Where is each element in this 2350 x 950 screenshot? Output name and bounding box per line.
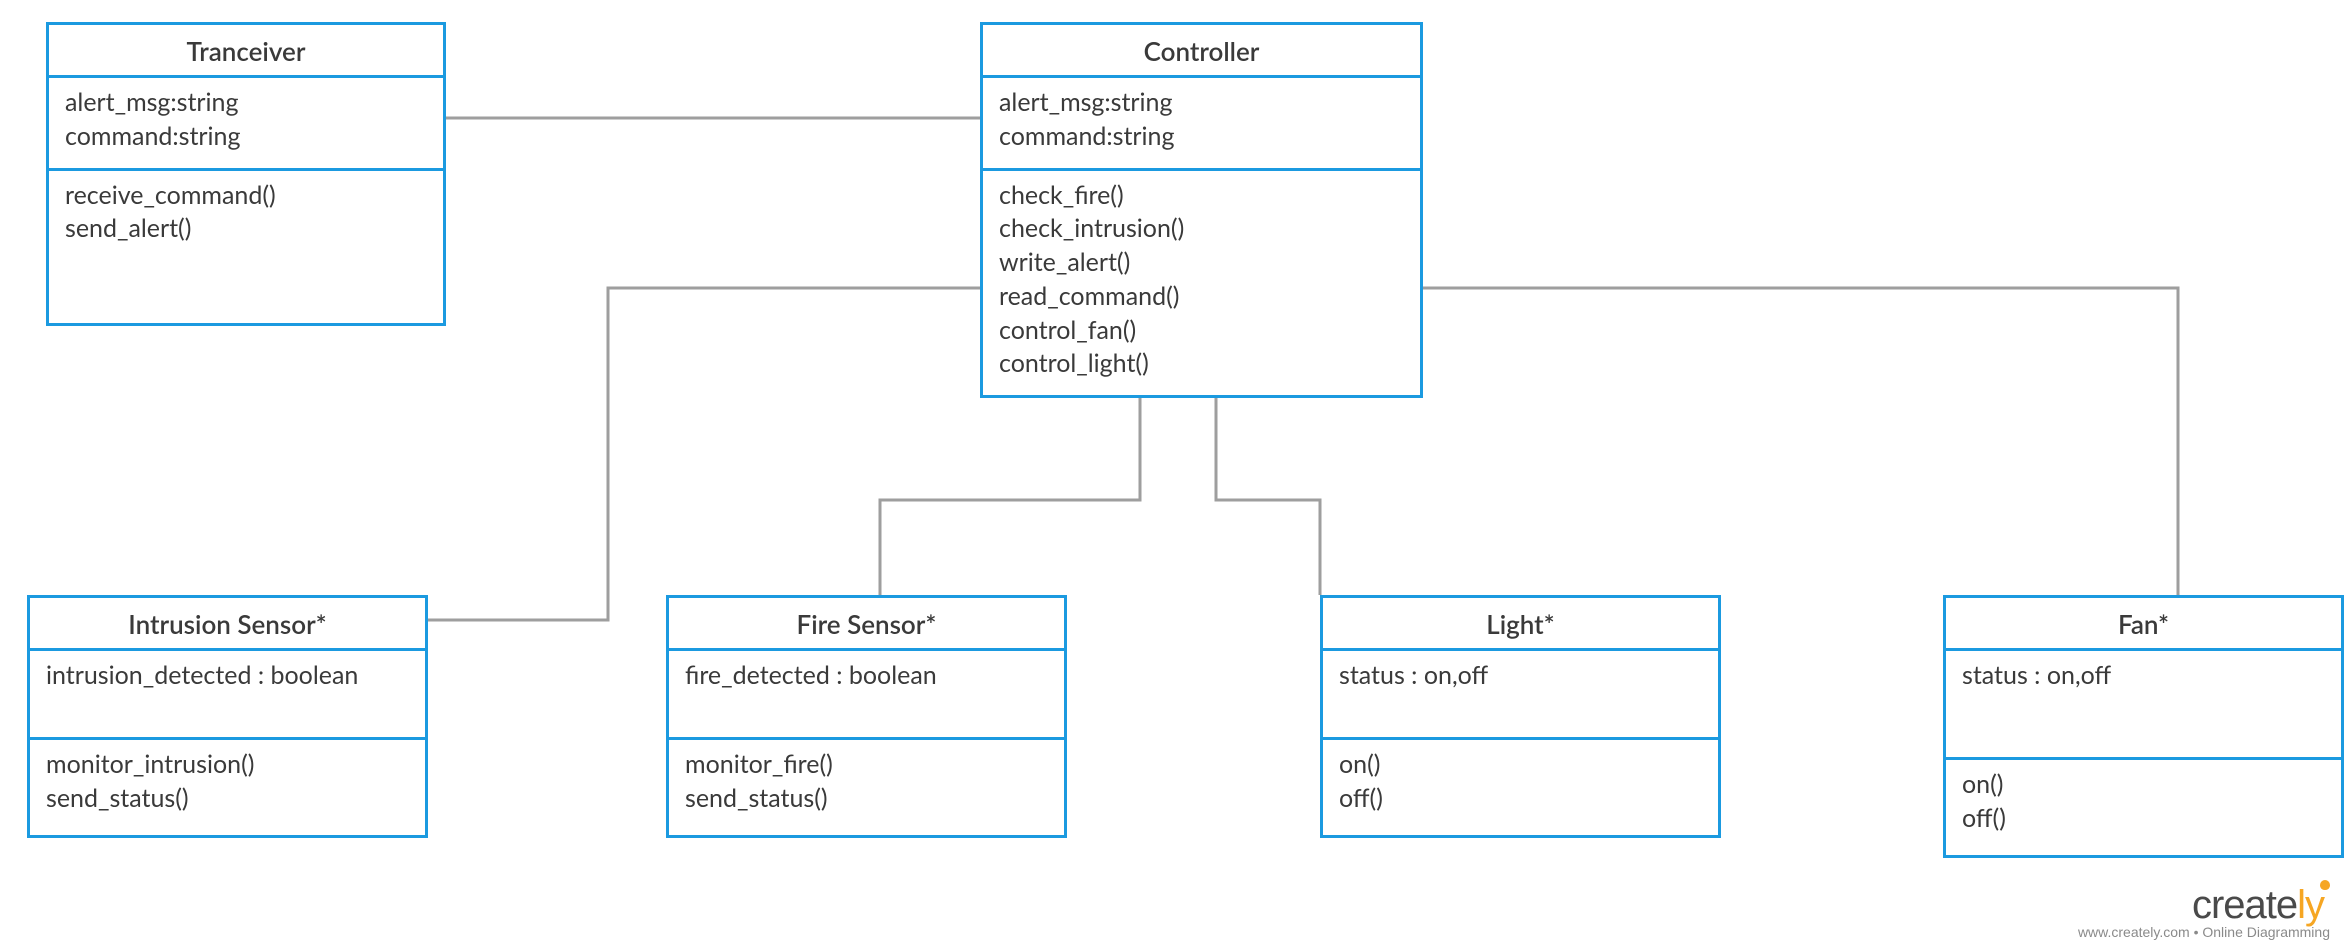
class-title: Fan* xyxy=(1946,598,2341,651)
attr-row: command:string xyxy=(999,120,1404,154)
logo-text-left: create xyxy=(2192,883,2297,927)
class-operations: monitor_fire() send_status() xyxy=(669,740,1064,836)
attr-row: status : on,off xyxy=(1962,659,2325,693)
attr-row: intrusion_detected : boolean xyxy=(46,659,409,693)
class-operations: on() off() xyxy=(1946,760,2341,856)
class-attributes: status : on,off xyxy=(1323,651,1718,740)
op-row: control_light() xyxy=(999,347,1404,381)
op-row: off() xyxy=(1962,802,2325,836)
class-operations: receive_command() send_alert() xyxy=(49,171,443,324)
op-row: check_fire() xyxy=(999,179,1404,213)
class-attributes: fire_detected : boolean xyxy=(669,651,1064,740)
attr-row: alert_msg:string xyxy=(999,86,1404,120)
class-title: Fire Sensor* xyxy=(669,598,1064,651)
class-attributes: alert_msg:string command:string xyxy=(983,78,1420,171)
attr-row: command:string xyxy=(65,120,427,154)
op-row: monitor_fire() xyxy=(685,748,1048,782)
bulb-icon xyxy=(2320,880,2330,890)
op-row: on() xyxy=(1962,768,2325,802)
creately-subtitle: www.creately.com • Online Diagramming xyxy=(2078,924,2330,940)
op-row: check_intrusion() xyxy=(999,212,1404,246)
class-fan: Fan* status : on,off on() off() xyxy=(1943,595,2344,858)
logo-text-right: ly xyxy=(2297,883,2324,927)
class-tranceiver: Tranceiver alert_msg:string command:stri… xyxy=(46,22,446,326)
op-row: read_command() xyxy=(999,280,1404,314)
op-row: on() xyxy=(1339,748,1702,782)
class-operations: check_fire() check_intrusion() write_ale… xyxy=(983,171,1420,396)
op-row: control_fan() xyxy=(999,314,1404,348)
op-row: write_alert() xyxy=(999,246,1404,280)
op-row: off() xyxy=(1339,782,1702,816)
class-title: Controller xyxy=(983,25,1420,78)
attr-row: status : on,off xyxy=(1339,659,1702,693)
attr-row: alert_msg:string xyxy=(65,86,427,120)
class-controller: Controller alert_msg:string command:stri… xyxy=(980,22,1423,398)
class-attributes: status : on,off xyxy=(1946,651,2341,760)
class-attributes: alert_msg:string command:string xyxy=(49,78,443,171)
creately-branding: creately www.creately.com • Online Diagr… xyxy=(2078,883,2330,940)
class-operations: on() off() xyxy=(1323,740,1718,836)
class-title: Light* xyxy=(1323,598,1718,651)
class-light: Light* status : on,off on() off() xyxy=(1320,595,1721,838)
class-operations: monitor_intrusion() send_status() xyxy=(30,740,425,836)
op-row: monitor_intrusion() xyxy=(46,748,409,782)
class-attributes: intrusion_detected : boolean xyxy=(30,651,425,740)
creately-logo: creately xyxy=(2078,883,2330,928)
class-fire-sensor: Fire Sensor* fire_detected : boolean mon… xyxy=(666,595,1067,838)
attr-row: fire_detected : boolean xyxy=(685,659,1048,693)
class-intrusion-sensor: Intrusion Sensor* intrusion_detected : b… xyxy=(27,595,428,838)
class-title: Intrusion Sensor* xyxy=(30,598,425,651)
op-row: send_alert() xyxy=(65,212,427,246)
op-row: send_status() xyxy=(685,782,1048,816)
op-row: receive_command() xyxy=(65,179,427,213)
class-title: Tranceiver xyxy=(49,25,443,78)
op-row: send_status() xyxy=(46,782,409,816)
